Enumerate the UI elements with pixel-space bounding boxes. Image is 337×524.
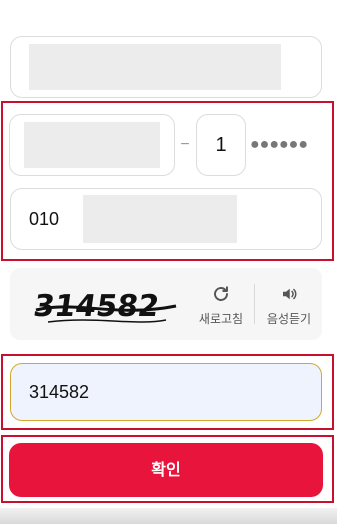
captcha-image: 314582	[31, 289, 177, 324]
audio-label: 음성듣기	[266, 311, 312, 326]
speaker-icon	[277, 282, 301, 306]
name-field[interactable]	[10, 36, 322, 98]
id-separator: −	[180, 136, 190, 153]
captcha-divider	[254, 284, 255, 324]
captcha-input[interactable]	[10, 363, 322, 421]
captcha-audio-button[interactable]: 음성듣기	[256, 278, 322, 330]
gender-digit-field[interactable]: 1	[196, 114, 246, 176]
captcha-refresh-button[interactable]: 새로고침	[188, 278, 254, 330]
captcha-panel: 314582 새로고침 음성듣기	[10, 268, 322, 340]
birthdate-field[interactable]	[9, 114, 175, 176]
redacted-phone-number	[83, 195, 237, 243]
redacted-name	[29, 44, 281, 90]
bottom-edge	[0, 508, 337, 524]
refresh-label: 새로고침	[198, 311, 244, 326]
refresh-icon	[209, 282, 233, 306]
redacted-birthdate	[24, 122, 160, 168]
phone-number-field[interactable]: 010	[10, 188, 322, 250]
confirm-button[interactable]: 확인	[9, 443, 323, 497]
masked-id-digits: ●●●●●●	[250, 136, 308, 153]
phone-prefix: 010	[29, 209, 60, 229]
